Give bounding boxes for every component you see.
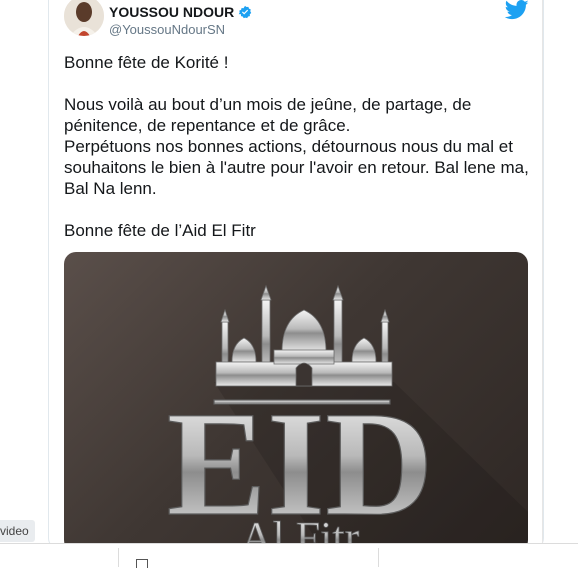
author-handle[interactable]: @YoussouNdourSN: [109, 22, 225, 37]
toolbar-separator: [118, 548, 119, 567]
twitter-bird-icon[interactable]: [505, 0, 529, 20]
divider: [542, 0, 543, 543]
author-name-text[interactable]: YOUSSOU NDOUR: [109, 4, 234, 20]
video-label[interactable]: video: [0, 520, 35, 542]
toolbar-separator: [378, 548, 379, 567]
author-name[interactable]: YOUSSOU NDOUR: [109, 4, 252, 20]
verified-badge-icon: [238, 5, 252, 19]
eid-graphic: EID Al Fitr: [166, 284, 528, 552]
tweet-text: Bonne fête de Korité ! Nous voilà au bou…: [64, 53, 529, 240]
tweet-image[interactable]: EID Al Fitr: [64, 252, 528, 552]
toolbar-tab-icon[interactable]: [136, 559, 148, 568]
bottom-toolbar: [0, 543, 578, 568]
